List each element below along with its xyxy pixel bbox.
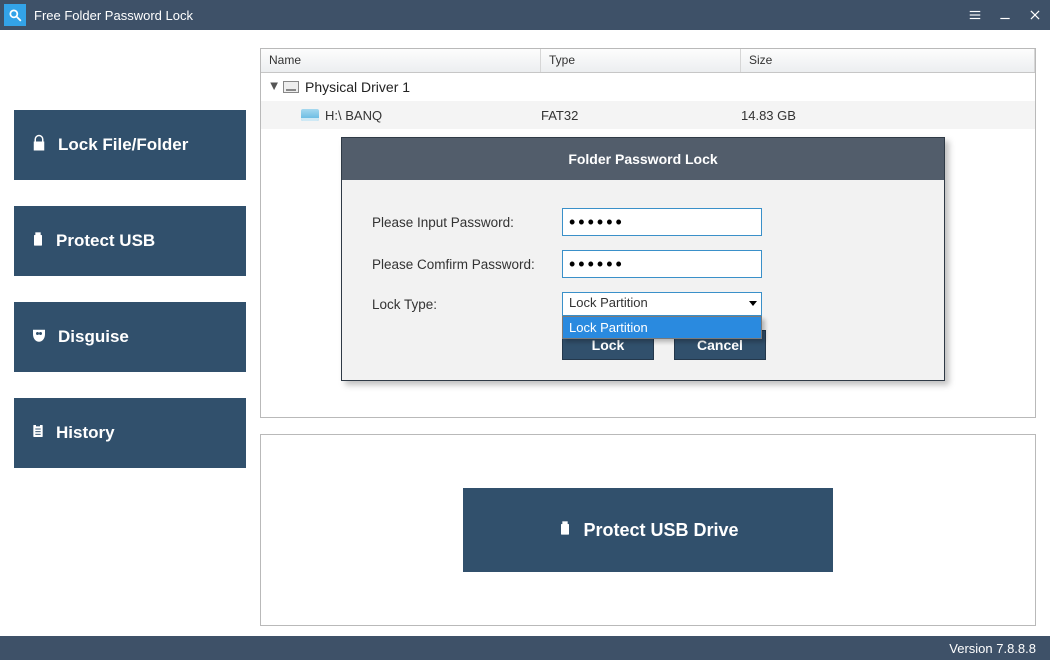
tree-row-partition[interactable]: H:\ BANQ FAT32 14.83 GB xyxy=(261,101,1035,129)
minimize-icon[interactable] xyxy=(990,0,1020,30)
partition-icon xyxy=(301,109,319,121)
protect-usb-drive-button[interactable]: Protect USB Drive xyxy=(463,488,833,572)
usb-icon xyxy=(557,518,573,543)
lock-icon xyxy=(30,134,48,157)
password-dialog: Folder Password Lock Please Input Passwo… xyxy=(341,137,945,381)
close-icon[interactable] xyxy=(1020,0,1050,30)
mask-icon xyxy=(30,326,48,349)
col-header-name[interactable]: Name xyxy=(261,49,541,72)
sidebar-item-disguise[interactable]: Disguise xyxy=(14,302,246,372)
sidebar-item-history[interactable]: History xyxy=(14,398,246,468)
chevron-down-icon[interactable]: ▶ xyxy=(269,82,280,92)
clipboard-icon xyxy=(30,422,46,445)
lock-type-option[interactable]: Lock Partition xyxy=(563,317,761,338)
confirm-password-input[interactable] xyxy=(562,250,762,278)
sidebar-item-label: Disguise xyxy=(58,327,129,347)
sidebar-item-protect-usb[interactable]: Protect USB xyxy=(14,206,246,276)
label-confirm-password: Please Comfirm Password: xyxy=(372,257,562,272)
partition-type: FAT32 xyxy=(541,108,741,123)
tree-header: Name Type Size xyxy=(261,49,1035,73)
version-text: Version 7.8.8.8 xyxy=(949,641,1036,656)
sidebar-item-label: Lock File/Folder xyxy=(58,135,188,155)
partition-name: H:\ BANQ xyxy=(325,108,382,123)
tree-body: ▶ Physical Driver 1 H:\ BANQ FAT32 14.83… xyxy=(261,73,1035,129)
dialog-title: Folder Password Lock xyxy=(342,138,944,180)
protect-usb-label: Protect USB Drive xyxy=(583,520,738,541)
sidebar: Lock File/Folder Protect USB Disguise Hi… xyxy=(0,30,260,636)
label-input-password: Please Input Password: xyxy=(372,215,562,230)
drive-icon xyxy=(283,81,299,93)
col-header-size[interactable]: Size xyxy=(741,49,1035,72)
titlebar: Free Folder Password Lock xyxy=(0,0,1050,30)
tree-row-physical-driver[interactable]: ▶ Physical Driver 1 xyxy=(261,73,1035,101)
main-area: Name Type Size ▶ Physical Driver 1 H:\ B… xyxy=(260,30,1050,636)
statusbar: Version 7.8.8.8 xyxy=(0,636,1050,660)
password-input[interactable] xyxy=(562,208,762,236)
col-header-type[interactable]: Type xyxy=(541,49,741,72)
app-title: Free Folder Password Lock xyxy=(34,8,193,23)
sidebar-item-label: History xyxy=(56,423,115,443)
usb-icon xyxy=(30,230,46,253)
partition-size: 14.83 GB xyxy=(741,108,1035,123)
menu-icon[interactable] xyxy=(960,0,990,30)
tree-row-label: Physical Driver 1 xyxy=(305,79,410,95)
drive-panel: Name Type Size ▶ Physical Driver 1 H:\ B… xyxy=(260,48,1036,418)
lock-type-select[interactable]: Lock Partition xyxy=(562,292,762,316)
sidebar-item-label: Protect USB xyxy=(56,231,155,251)
lock-type-dropdown: Lock Partition xyxy=(562,316,762,339)
sidebar-item-lock-file-folder[interactable]: Lock File/Folder xyxy=(14,110,246,180)
action-panel: Protect USB Drive xyxy=(260,434,1036,626)
label-lock-type: Lock Type: xyxy=(372,297,562,312)
app-logo xyxy=(4,4,26,26)
